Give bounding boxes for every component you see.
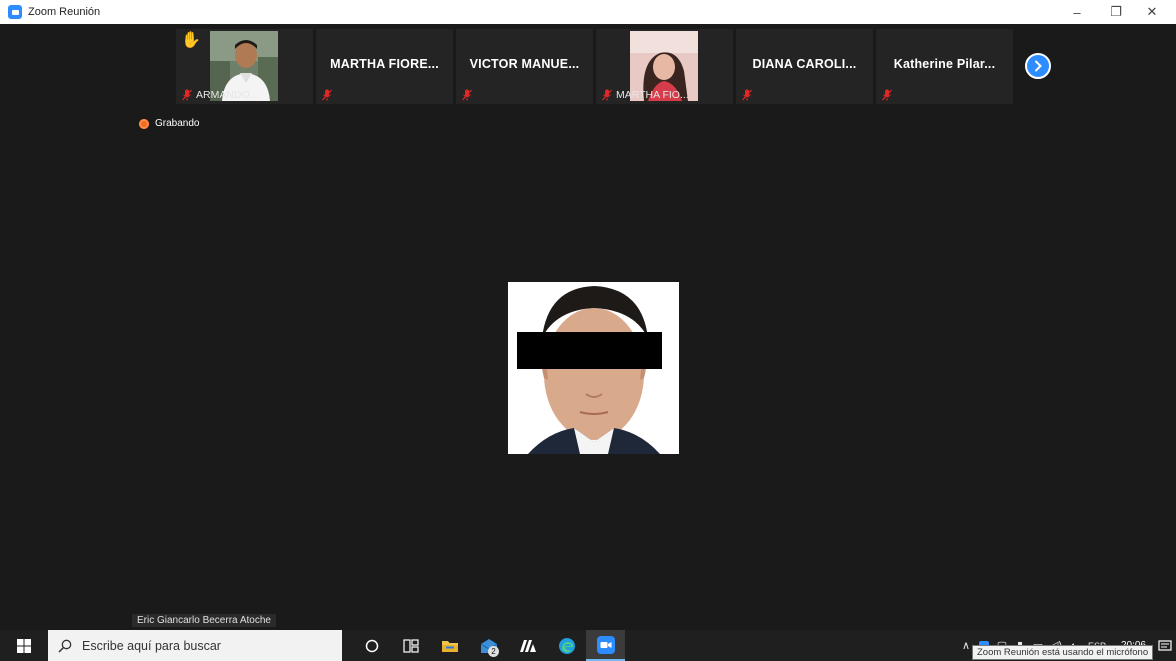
restore-button[interactable]: ❐ — [1099, 0, 1133, 24]
title-bar: Zoom Reunión – ❐ ✕ — [0, 0, 1176, 24]
app-m-button[interactable] — [508, 630, 547, 661]
active-speaker-video — [508, 282, 679, 454]
notifications-button[interactable] — [1154, 630, 1176, 661]
recording-dot-icon — [139, 118, 149, 129]
chevron-right-icon — [1035, 60, 1042, 72]
next-page-button[interactable] — [1025, 53, 1051, 79]
task-view-icon — [402, 638, 419, 653]
redaction-bar — [517, 332, 662, 369]
windows-logo-icon — [17, 638, 31, 653]
active-speaker-name: Eric Giancarlo Becerra Atoche — [132, 614, 276, 627]
cortana-button[interactable] — [352, 630, 391, 661]
minimize-button[interactable]: – — [1060, 0, 1094, 24]
notification-icon — [1158, 639, 1172, 651]
participant-name: Katherine Pilar... — [893, 57, 996, 71]
participant-tile[interactable]: Katherine Pilar... — [876, 29, 1013, 104]
participant-name: DIANA CAROLI... — [752, 57, 857, 71]
file-explorer-button[interactable] — [430, 630, 469, 661]
muted-mic-icon — [882, 89, 892, 101]
raised-hand-icon: ✋ — [181, 32, 201, 49]
muted-mic-icon — [602, 89, 612, 101]
zoom-icon — [596, 635, 615, 654]
mail-count-badge: 2 — [488, 646, 499, 657]
search-placeholder: Escribe aquí para buscar — [82, 638, 221, 653]
participant-name: MARTHA FIO... — [616, 89, 689, 101]
muted-mic-icon — [182, 89, 192, 101]
mail-button[interactable]: 2 — [469, 630, 508, 661]
participant-name: MARTHA FIORE... — [330, 57, 439, 71]
recording-indicator: Grabando — [139, 118, 199, 129]
edge-browser-button[interactable] — [547, 630, 586, 661]
participant-tile[interactable]: MARTHA FIO... — [596, 29, 733, 104]
start-button[interactable] — [0, 630, 48, 661]
participant-strip: ✋ ARMANDO... MARTHA FIORE... VICTOR MANU… — [176, 29, 1016, 104]
participant-tile[interactable]: VICTOR MANUE... — [456, 29, 593, 104]
muted-mic-icon — [322, 89, 332, 101]
participant-name: VICTOR MANUE... — [469, 57, 580, 71]
close-button[interactable]: ✕ — [1135, 0, 1169, 24]
taskbar-search-box[interactable]: Escribe aquí para buscar — [48, 630, 342, 661]
participant-tile[interactable]: ✋ ARMANDO... — [176, 29, 313, 104]
window-title: Zoom Reunión — [28, 6, 101, 18]
muted-mic-icon — [462, 89, 472, 101]
app-m-icon — [519, 639, 536, 652]
edge-icon — [558, 637, 575, 654]
search-icon — [58, 639, 72, 653]
zoom-taskbar-button[interactable] — [586, 630, 625, 661]
mic-usage-tooltip: Zoom Reunión está usando el micrófono — [972, 645, 1154, 660]
muted-mic-icon — [742, 89, 752, 101]
recording-label: Grabando — [155, 118, 200, 129]
task-view-button[interactable] — [391, 630, 430, 661]
participant-tile[interactable]: DIANA CAROLI... — [736, 29, 873, 104]
cortana-circle-icon — [365, 639, 378, 652]
participant-name: ARMANDO... — [196, 89, 259, 101]
zoom-app-icon — [8, 5, 22, 19]
participant-tile[interactable]: MARTHA FIORE... — [316, 29, 453, 104]
meeting-area: ✋ ARMANDO... MARTHA FIORE... VICTOR MANU… — [8, 24, 1168, 630]
folder-icon — [441, 640, 458, 652]
